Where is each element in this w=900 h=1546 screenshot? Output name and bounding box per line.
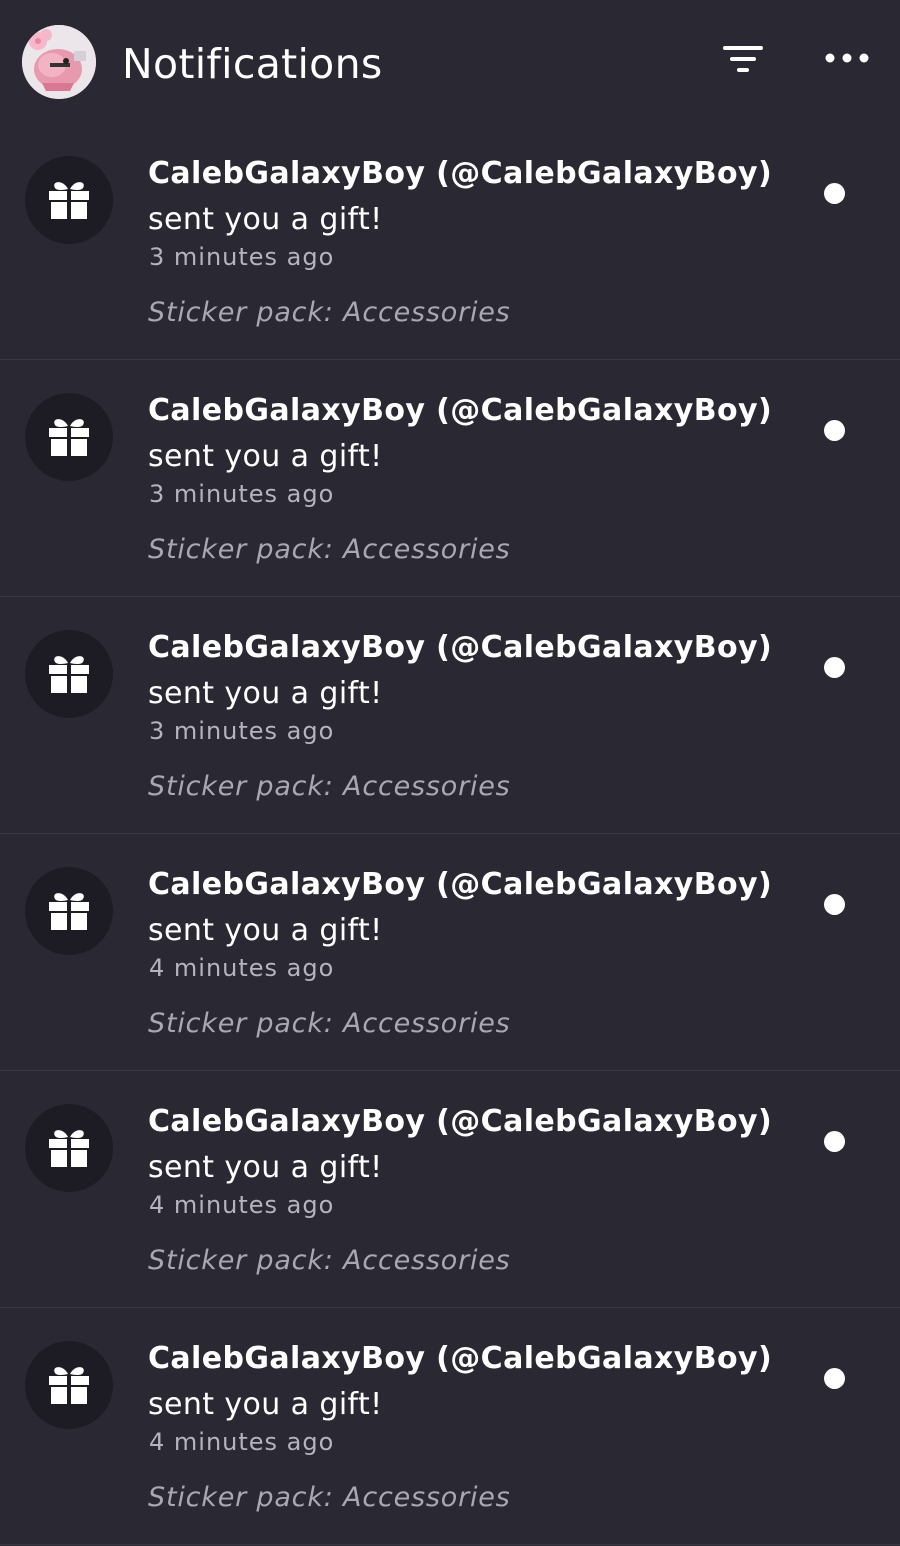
notification-detail: Sticker pack: Accessories [148,297,511,328]
notification-action: sent you a gift! [148,1150,383,1185]
notification-detail: Sticker pack: Accessories [148,1008,511,1039]
notification-time: 4 minutes ago [149,954,335,982]
gift-icon [49,419,89,456]
sender-name: CalebGalaxyBoy (@CalebGalaxyBoy) [148,1104,773,1139]
unread-indicator [824,894,845,915]
notification-list: CalebGalaxyBoy (@CalebGalaxyBoy) sent yo… [0,123,900,1545]
notification-item[interactable]: CalebGalaxyBoy (@CalebGalaxyBoy) sent yo… [0,834,900,1071]
unread-indicator [824,183,845,204]
page-title: Notifications [122,40,383,88]
gift-icon [49,656,89,693]
notification-message: CalebGalaxyBoy (@CalebGalaxyBoy) sent yo… [148,862,808,954]
unread-indicator [824,1368,845,1389]
notification-message: CalebGalaxyBoy (@CalebGalaxyBoy) sent yo… [148,151,808,243]
notification-action: sent you a gift! [148,1387,383,1422]
notification-action: sent you a gift! [148,202,383,237]
notification-time: 3 minutes ago [149,480,335,508]
notification-time: 3 minutes ago [149,717,335,745]
gift-icon [49,1130,89,1167]
sender-name: CalebGalaxyBoy (@CalebGalaxyBoy) [148,156,773,191]
notification-time: 4 minutes ago [149,1191,335,1219]
filter-button[interactable] [718,40,768,82]
notification-action: sent you a gift! [148,676,383,711]
notification-item[interactable]: CalebGalaxyBoy (@CalebGalaxyBoy) sent yo… [0,1308,900,1545]
sender-name: CalebGalaxyBoy (@CalebGalaxyBoy) [148,393,773,428]
notification-message: CalebGalaxyBoy (@CalebGalaxyBoy) sent yo… [148,1099,808,1191]
gift-icon-badge [25,156,113,244]
gift-icon-badge [25,393,113,481]
app-header: Notifications [0,0,900,125]
notification-detail: Sticker pack: Accessories [148,771,511,802]
gift-icon-badge [25,1104,113,1192]
gift-icon-badge [25,867,113,955]
notification-message: CalebGalaxyBoy (@CalebGalaxyBoy) sent yo… [148,388,808,480]
notification-message: CalebGalaxyBoy (@CalebGalaxyBoy) sent yo… [148,625,808,717]
filter-icon [723,46,763,72]
sender-name: CalebGalaxyBoy (@CalebGalaxyBoy) [148,1341,773,1376]
avatar-image [22,25,96,99]
notification-detail: Sticker pack: Accessories [148,1245,511,1276]
gift-icon-badge [25,630,113,718]
notification-detail: Sticker pack: Accessories [148,534,511,565]
unread-indicator [824,1131,845,1152]
notification-item[interactable]: CalebGalaxyBoy (@CalebGalaxyBoy) sent yo… [0,597,900,834]
gift-icon-badge [25,1341,113,1429]
notification-action: sent you a gift! [148,913,383,948]
unread-indicator [824,420,845,441]
sender-name: CalebGalaxyBoy (@CalebGalaxyBoy) [148,867,773,902]
more-options-icon [825,53,869,63]
notification-action: sent you a gift! [148,439,383,474]
gift-icon [49,182,89,219]
notification-time: 3 minutes ago [149,243,335,271]
notification-item[interactable]: CalebGalaxyBoy (@CalebGalaxyBoy) sent yo… [0,360,900,597]
sender-name: CalebGalaxyBoy (@CalebGalaxyBoy) [148,630,773,665]
unread-indicator [824,657,845,678]
more-options-button[interactable] [818,40,876,80]
notification-message: CalebGalaxyBoy (@CalebGalaxyBoy) sent yo… [148,1336,808,1428]
gift-icon [49,893,89,930]
notification-item[interactable]: CalebGalaxyBoy (@CalebGalaxyBoy) sent yo… [0,1071,900,1308]
notification-time: 4 minutes ago [149,1428,335,1456]
notification-item[interactable]: CalebGalaxyBoy (@CalebGalaxyBoy) sent yo… [0,123,900,360]
profile-avatar[interactable] [22,25,96,99]
gift-icon [49,1367,89,1404]
notification-detail: Sticker pack: Accessories [148,1482,511,1513]
